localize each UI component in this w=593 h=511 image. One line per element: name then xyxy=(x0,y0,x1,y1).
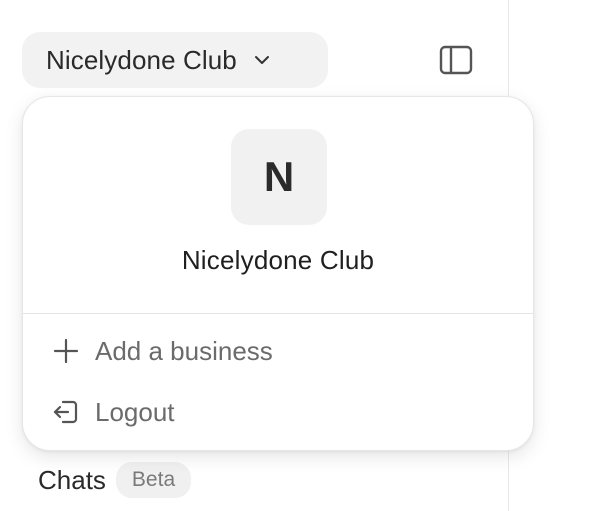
business-name: Nicelydone Club xyxy=(181,245,375,275)
business-switcher-label: Nicelydone Club xyxy=(46,44,237,75)
add-business-menu-item[interactable]: Add a business xyxy=(51,331,273,371)
chevron-down-icon xyxy=(251,49,273,71)
dropdown-divider xyxy=(23,313,533,314)
sidebar-panel-icon xyxy=(439,45,473,80)
chats-label: Chats xyxy=(38,464,106,495)
business-dropdown-menu: N Nicelydone Club Add a business Logout xyxy=(22,96,534,451)
add-business-label: Add a business xyxy=(95,335,273,366)
plus-icon xyxy=(51,336,81,366)
beta-badge: Beta xyxy=(115,462,192,498)
logout-menu-item[interactable]: Logout xyxy=(51,392,175,432)
business-avatar: N xyxy=(231,129,327,225)
dropdown-header: N Nicelydone Club xyxy=(23,97,533,313)
business-switcher-button[interactable]: Nicelydone Club xyxy=(22,32,328,88)
logout-icon xyxy=(51,397,81,427)
logout-label: Logout xyxy=(95,396,175,427)
sidebar-toggle-button[interactable] xyxy=(436,42,476,82)
chats-nav-item[interactable]: Chats Beta xyxy=(38,460,192,500)
